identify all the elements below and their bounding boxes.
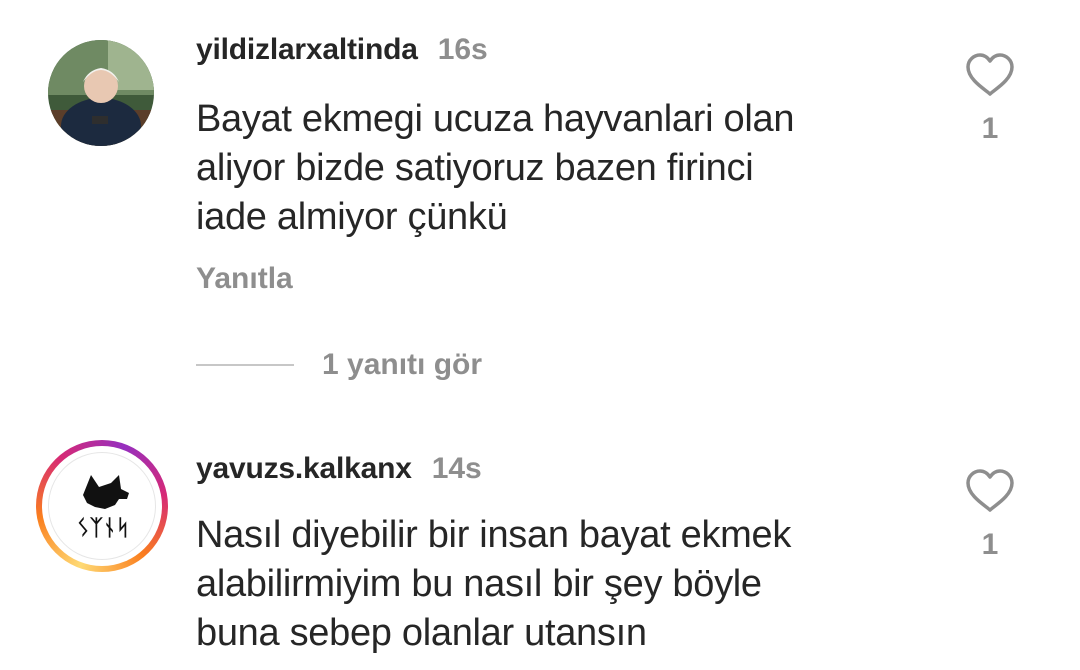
comment-header: yavuzs.kalkanx 14s: [196, 452, 482, 486]
username[interactable]: yildizlarxaltinda: [196, 33, 418, 67]
avatar[interactable]: [48, 40, 154, 146]
view-replies-button[interactable]: 1 yanıtı gör: [196, 348, 482, 382]
timestamp: 14s: [431, 452, 482, 485]
heart-outline-icon[interactable]: [964, 52, 1016, 98]
comment-header: yildizlarxaltinda 16s: [196, 33, 488, 67]
wolf-logo-icon: [83, 475, 129, 509]
avatar: ᛊᛉᚾᛋ: [48, 452, 156, 560]
view-replies-label: 1 yanıtı gör: [322, 348, 483, 381]
timestamp: 16s: [437, 33, 488, 66]
heart-outline-icon[interactable]: [964, 468, 1016, 514]
story-ring-gap: ᛊᛉᚾᛋ: [42, 446, 162, 566]
comment-text: Bayat ekmegi ucuza hayvanlari olan aliyo…: [196, 98, 795, 238]
story-ring[interactable]: ᛊᛉᚾᛋ: [36, 440, 168, 572]
like-count: 1: [981, 528, 999, 561]
comment-text: Nasıl diyebilir bir insan bayat ekmek al…: [196, 514, 792, 654]
avatar-runes: ᛊᛉᚾᛋ: [77, 516, 130, 541]
divider-line: [196, 364, 294, 366]
like-count: 1: [981, 112, 999, 145]
like-group: 1: [962, 468, 1018, 562]
username[interactable]: yavuzs.kalkanx: [196, 452, 412, 486]
like-group: 1: [962, 52, 1018, 146]
reply-button[interactable]: Yanıtla: [196, 262, 293, 296]
